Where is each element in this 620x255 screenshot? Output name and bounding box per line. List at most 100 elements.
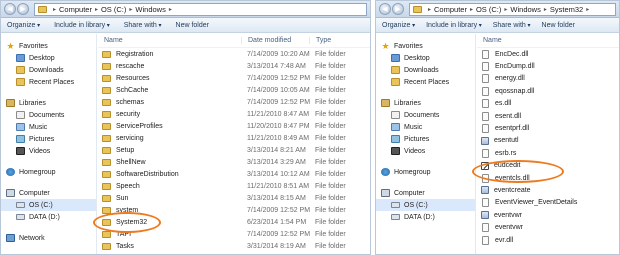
table-row[interactable]: esentutl: [477, 135, 619, 147]
table-row[interactable]: ShellNew 3/13/2014 3:29 AM File folder: [98, 156, 370, 168]
file-name: ServiceProfiles: [116, 122, 163, 130]
table-row[interactable]: eventcls.dll: [477, 172, 619, 184]
table-row[interactable]: security 11/21/2010 8:47 AM File folder: [98, 108, 370, 120]
organize-button[interactable]: Organize: [7, 22, 40, 29]
nav-downloads[interactable]: Downloads: [1, 64, 96, 76]
table-row[interactable]: esrb.rs: [477, 147, 619, 159]
table-row[interactable]: ServiceProfiles 11/20/2010 8:47 PM File fo…: [98, 120, 370, 132]
table-row[interactable]: energy.dll: [477, 73, 619, 85]
new-folder-button[interactable]: New folder: [176, 22, 209, 29]
table-row[interactable]: eudcedit: [477, 160, 619, 172]
include-in-library-button[interactable]: Include in library: [426, 22, 482, 29]
table-row[interactable]: System32 6/23/2014 1:54 PM File folder: [98, 216, 370, 228]
table-row[interactable]: es.dll: [477, 98, 619, 110]
nav-documents[interactable]: Documents: [376, 109, 475, 121]
nav-desktop[interactable]: Desktop: [1, 52, 96, 64]
table-row[interactable]: Setup 3/13/2014 8:21 AM File folder: [98, 144, 370, 156]
share-with-button[interactable]: Share with: [124, 22, 162, 29]
table-row[interactable]: system 7/14/2009 12:52 PM File folder: [98, 204, 370, 216]
nav-documents[interactable]: Documents: [1, 109, 96, 121]
table-row[interactable]: EncDump.dll: [477, 60, 619, 72]
nav-label: Documents: [29, 111, 65, 119]
folder-icon: [102, 110, 111, 118]
file-name: eudcedit: [494, 162, 521, 170]
table-row[interactable]: eventvwr: [477, 221, 619, 233]
table-row[interactable]: eventvwr: [477, 209, 619, 221]
table-row[interactable]: rescache 3/13/2014 7:48 AM File folder: [98, 60, 370, 72]
table-row[interactable]: servicing 11/21/2010 8:49 AM File folder: [98, 132, 370, 144]
breadcrumb-windows[interactable]: Windows: [135, 5, 165, 14]
nav-data-d[interactable]: DATA (D:): [1, 211, 96, 223]
table-row[interactable]: EventViewer_EventDetails: [477, 197, 619, 209]
table-row[interactable]: eventcreate: [477, 184, 619, 196]
table-row[interactable]: evr.dll: [477, 234, 619, 246]
back-button[interactable]: ◀: [379, 3, 391, 15]
breadcrumb-os-c[interactable]: OS (C:): [101, 5, 126, 14]
table-row[interactable]: Resources 7/14/2009 12:52 PM File folder: [98, 72, 370, 84]
column-header-name[interactable]: Name: [477, 37, 502, 44]
nav-recent-places[interactable]: Recent Places: [376, 76, 475, 88]
nav-data-d[interactable]: DATA (D:): [376, 211, 475, 223]
nav-network[interactable]: Network: [1, 232, 96, 244]
name-cell: esentprf.dll: [477, 124, 619, 134]
nav-pictures[interactable]: Pictures: [1, 133, 96, 145]
share-with-button[interactable]: Share with: [493, 22, 531, 29]
nav-recent-places[interactable]: Recent Places: [1, 76, 96, 88]
table-row[interactable]: Speech 11/21/2010 8:51 AM File folder: [98, 180, 370, 192]
nav-label: Libraries: [394, 99, 421, 107]
forward-button[interactable]: ▶: [17, 3, 29, 15]
nav-pictures[interactable]: Pictures: [376, 133, 475, 145]
table-row[interactable]: esent.dll: [477, 110, 619, 122]
videos-icon: [391, 147, 400, 155]
nav-label: Pictures: [404, 135, 430, 143]
table-row[interactable]: SoftwareDistribution 3/13/2014 10:12 AM Fi…: [98, 168, 370, 180]
nav-videos[interactable]: Videos: [1, 145, 96, 157]
forward-button[interactable]: ▶: [392, 3, 404, 15]
nav-music[interactable]: Music: [1, 121, 96, 133]
table-row[interactable]: eqossnap.dll: [477, 85, 619, 97]
nav-music[interactable]: Music: [376, 121, 475, 133]
nav-favorites[interactable]: ★ Favorites: [1, 40, 96, 52]
libraries-icon: [6, 99, 15, 107]
command-bar: Organize Include in library Share with N…: [1, 18, 370, 33]
column-header-name[interactable]: Name: [98, 37, 241, 44]
file-name: es.dll: [495, 100, 512, 108]
nav-homegroup[interactable]: Homegroup: [1, 166, 96, 178]
nav-libraries[interactable]: Libraries: [1, 97, 96, 109]
nav-label: Favorites: [19, 42, 48, 50]
breadcrumb-windows[interactable]: Windows: [510, 5, 540, 14]
nav-os-c[interactable]: OS (C:): [376, 199, 475, 211]
breadcrumb-os-c[interactable]: OS (C:): [476, 5, 501, 14]
column-header-date[interactable]: Date modified: [241, 37, 309, 44]
table-row[interactable]: SchCache 7/14/2009 10:05 AM File folder: [98, 84, 370, 96]
table-row[interactable]: schemas 7/14/2009 12:52 PM File folder: [98, 96, 370, 108]
nav-os-c[interactable]: OS (C:): [1, 199, 96, 211]
table-row[interactable]: EncDec.dll: [477, 48, 619, 60]
table-row[interactable]: Registration 7/14/2009 10:20 AM File folde…: [98, 48, 370, 60]
folder-icon: [102, 242, 111, 250]
table-row[interactable]: esentprf.dll: [477, 122, 619, 134]
table-row[interactable]: TAPI 7/14/2009 12:52 PM File folder: [98, 228, 370, 240]
documents-icon: [16, 111, 25, 119]
nav-libraries[interactable]: Libraries: [376, 97, 475, 109]
nav-computer[interactable]: Computer: [376, 187, 475, 199]
organize-button[interactable]: Organize: [382, 22, 415, 29]
breadcrumb-system32[interactable]: System32: [550, 5, 583, 14]
column-header-type[interactable]: Type: [309, 37, 331, 44]
nav-homegroup[interactable]: Homegroup: [376, 166, 475, 178]
breadcrumb-computer[interactable]: Computer: [434, 5, 467, 14]
address-input[interactable]: ▸ Computer ▸ OS (C:) ▸ Windows ▸: [34, 2, 367, 16]
nav-videos[interactable]: Videos: [376, 145, 475, 157]
table-row[interactable]: Tasks 3/31/2014 8:19 AM File folder: [98, 240, 370, 252]
nav-downloads[interactable]: Downloads: [376, 64, 475, 76]
table-row[interactable]: Sun 3/13/2014 8:15 AM File folder: [98, 192, 370, 204]
breadcrumb-computer[interactable]: Computer: [59, 5, 92, 14]
nav-computer[interactable]: Computer: [1, 187, 96, 199]
include-in-library-button[interactable]: Include in library: [54, 22, 110, 29]
new-folder-button[interactable]: New folder: [542, 22, 575, 29]
nav-desktop[interactable]: Desktop: [376, 52, 475, 64]
back-button[interactable]: ◀: [4, 3, 16, 15]
nav-favorites[interactable]: ★ Favorites: [376, 40, 475, 52]
address-input[interactable]: ▸ Computer ▸ OS (C:) ▸ Windows ▸ System3…: [409, 2, 616, 16]
name-cell: servicing: [98, 134, 241, 142]
